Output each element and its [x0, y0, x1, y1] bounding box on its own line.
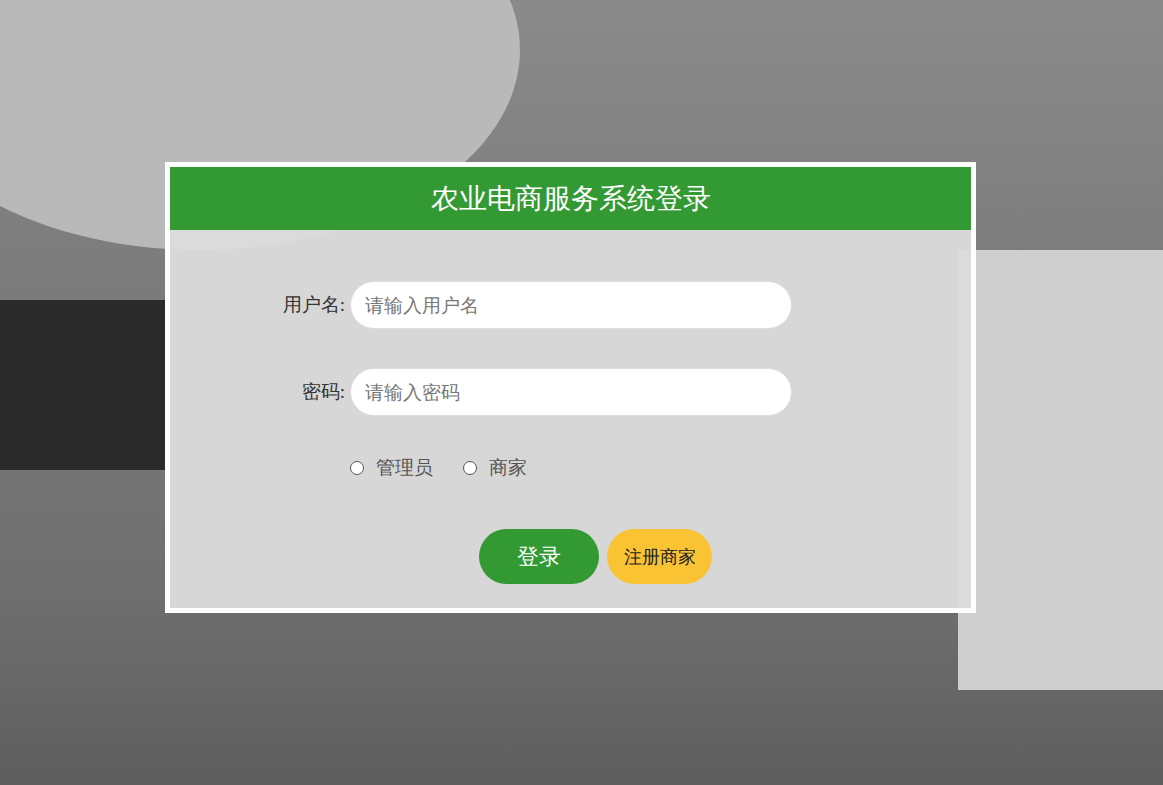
radio-icon[interactable] [350, 461, 364, 475]
form-row: 用户名: [170, 281, 971, 329]
field-label: 用户名: [170, 292, 345, 318]
login-title: 农业电商服务系统登录 [431, 180, 711, 218]
role-label: 商家 [489, 455, 527, 481]
monitor-shape [0, 300, 165, 470]
primary-button[interactable]: 登录 [479, 529, 599, 584]
button-row: 登录注册商家 [170, 529, 971, 584]
login-form: 用户名: 密码: 管理员 商家 登录注册商家 [165, 230, 976, 613]
role-label: 管理员 [376, 455, 433, 481]
secondary-button[interactable]: 注册商家 [607, 529, 712, 584]
map-board [958, 250, 1163, 690]
text-field[interactable] [350, 281, 792, 329]
role-group: 管理员 商家 [170, 455, 971, 481]
login-page: 农业电商服务系统登录 用户名: 密码: 管理员 商家 登录注册商家 [0, 0, 1163, 785]
text-field[interactable] [350, 368, 792, 416]
form-row: 密码: [170, 368, 971, 416]
role-radio[interactable]: 商家 [463, 455, 527, 481]
login-panel: 农业电商服务系统登录 用户名: 密码: 管理员 商家 登录注册商家 [165, 0, 976, 613]
login-header: 农业电商服务系统登录 [165, 162, 976, 230]
field-label: 密码: [170, 379, 345, 405]
radio-icon[interactable] [463, 461, 477, 475]
role-radio[interactable]: 管理员 [350, 455, 433, 481]
